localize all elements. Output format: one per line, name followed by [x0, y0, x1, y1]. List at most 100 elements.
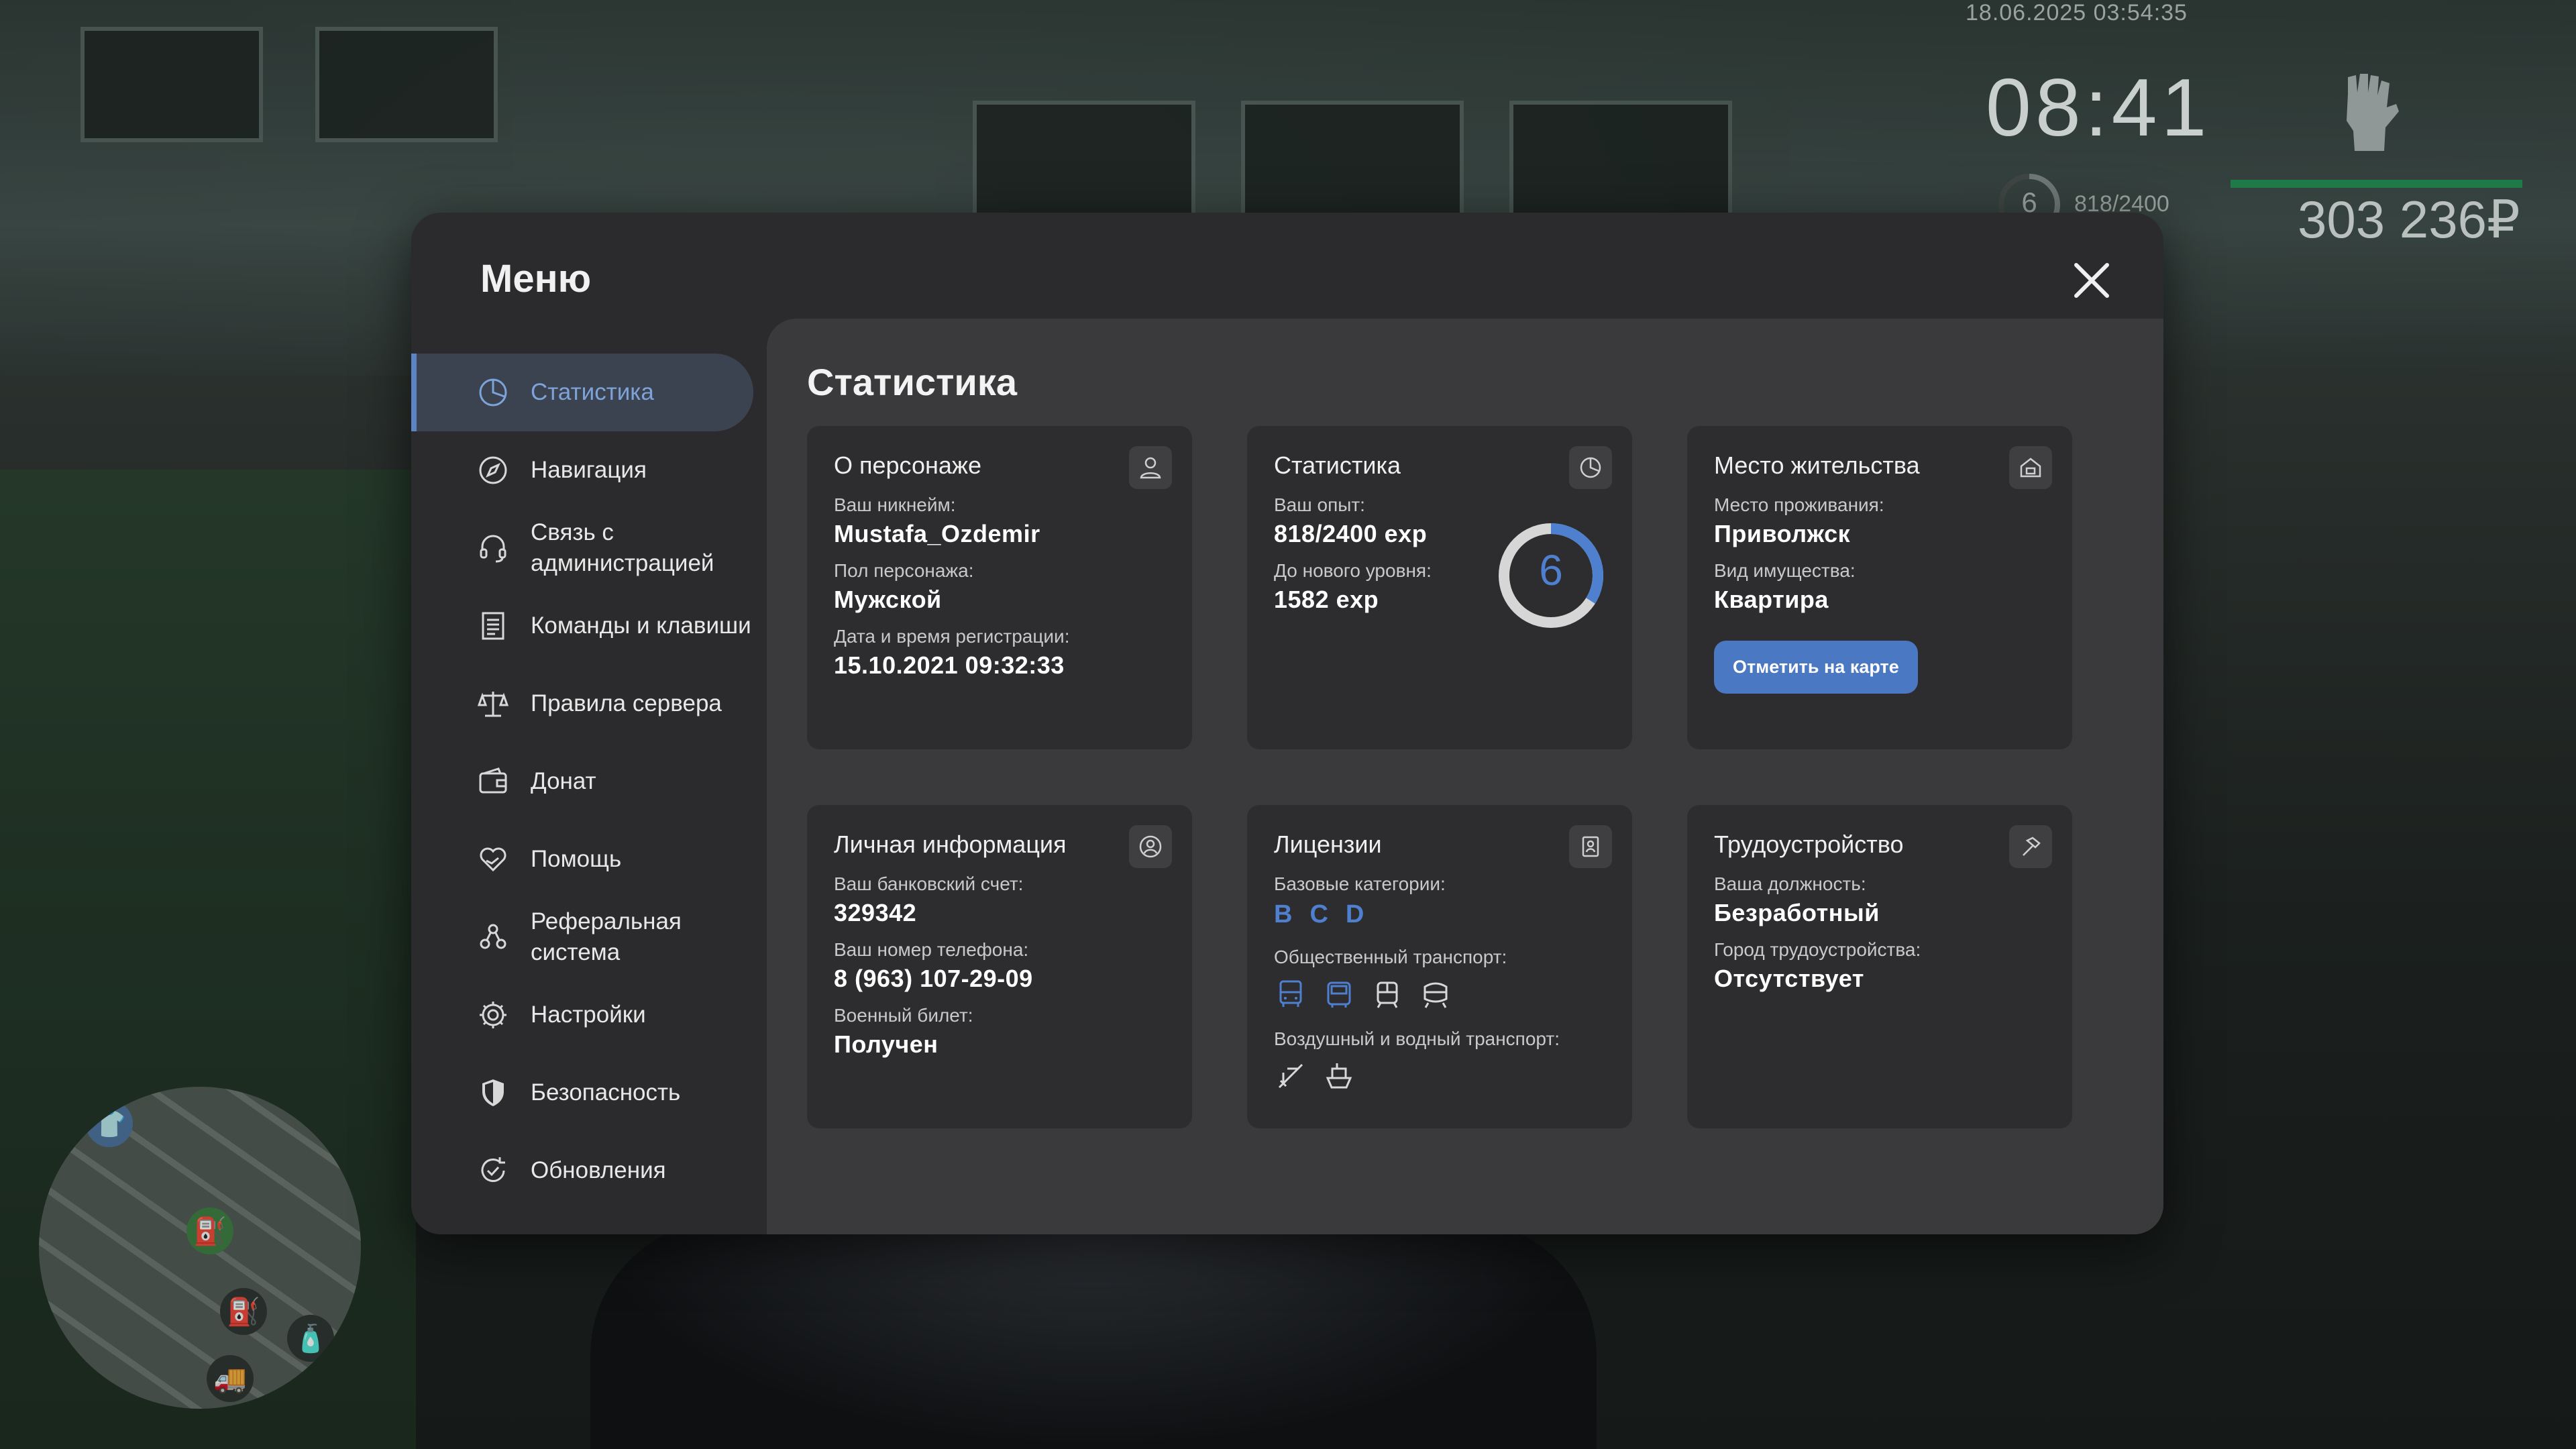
document-icon — [482, 612, 504, 640]
card-employment: Трудоустройство Ваша должность: Безработ… — [1687, 805, 2072, 1128]
job-position-label: Ваша должность: — [1714, 873, 1866, 894]
game-background-car — [590, 1221, 1597, 1449]
residence-place-value: Приволжск — [1714, 520, 1851, 547]
sidebar-item-label: Настройки — [531, 1002, 646, 1028]
card-icon-box — [1129, 446, 1172, 489]
license-category-d: D — [1345, 900, 1364, 928]
card-statistics: Статистика Ваш опыт: 818/2400 exp До нов… — [1247, 426, 1632, 749]
gender-label: Пол персонажа: — [834, 560, 974, 581]
sidebar-item-label: Статистика — [531, 379, 654, 405]
sidebar-item-donate[interactable]: Донат — [411, 743, 753, 820]
license-category-c: C — [1309, 900, 1328, 928]
building-window — [315, 27, 498, 142]
property-type-value: Квартира — [1714, 586, 1829, 613]
trolleybus-icon — [1327, 981, 1351, 1008]
hammer-icon — [2023, 837, 2041, 856]
card-personal-info: Личная информация Ваш банковский счет: 3… — [807, 805, 1192, 1128]
level-number: 6 — [1539, 546, 1563, 594]
ship-icon — [1326, 1063, 1352, 1089]
card-character: О персонаже Ваш никнейм: Mustafa_Ozdemir… — [807, 426, 1192, 749]
card-title: Личная информация — [834, 830, 1067, 858]
card-icon-box — [1129, 825, 1172, 868]
exp-label: Ваш опыт: — [1274, 494, 1365, 515]
sidebar-item-label: Донат — [531, 768, 596, 794]
sidebar-item-commands[interactable]: Команды и клавиши — [411, 587, 753, 665]
menu-title: Меню — [480, 257, 592, 301]
property-type-label: Вид имущества: — [1714, 560, 1856, 581]
refresh-check-icon — [481, 1157, 505, 1182]
metro-train-icon — [1424, 982, 1448, 1008]
airplane-icon — [1278, 1063, 1303, 1089]
wallet-icon — [479, 767, 507, 794]
building-window — [80, 27, 263, 142]
nickname-label: Ваш никнейм: — [834, 494, 956, 515]
user-circle-icon — [1139, 835, 1162, 858]
sidebar-item-rules[interactable]: Правила сервера — [411, 665, 753, 743]
sidebar-item-admin-contact[interactable]: Связь с администрацией — [411, 509, 753, 587]
people-icon — [480, 924, 506, 949]
job-position-value: Безработный — [1714, 899, 1880, 926]
sidebar-item-help[interactable]: Помощь — [411, 820, 753, 898]
card-title: Лицензии — [1274, 830, 1382, 858]
hud-health-bar — [2231, 180, 2522, 188]
fist-icon — [2347, 74, 2399, 151]
job-city-label: Город трудоустройства: — [1714, 939, 1921, 960]
card-icon-box — [1569, 446, 1612, 489]
registration-label: Дата и время регистрации: — [834, 626, 1070, 647]
hud-datetime: 18.06.2025 03:54:35 — [1966, 0, 2188, 25]
job-city-value: Отсутствует — [1714, 965, 1864, 992]
base-categories-label: Базовые категории: — [1274, 873, 1446, 894]
military-id-label: Военный билет: — [834, 1005, 973, 1026]
gender-value: Мужской — [834, 586, 942, 613]
residence-place-label: Место проживания: — [1714, 494, 1884, 515]
gear-icon — [480, 1002, 506, 1028]
card-icon-box — [2009, 825, 2052, 868]
gas-station-icon: ⛽ — [220, 1288, 267, 1335]
headset-icon — [480, 535, 506, 563]
scales-icon — [477, 692, 509, 717]
card-title: Трудоустройство — [1714, 830, 1904, 858]
content-title: Статистика — [807, 361, 1018, 403]
heart-hand-icon — [480, 847, 506, 872]
card-residence: Место жительства Место проживания: Приво… — [1687, 426, 2072, 749]
close-icon[interactable] — [2068, 257, 2115, 304]
sidebar-item-updates[interactable]: Обновления — [411, 1132, 753, 1210]
sidebar-item-settings[interactable]: Настройки — [411, 976, 753, 1054]
sidebar-item-navigation[interactable]: Навигация — [411, 431, 753, 509]
spray-icon: 🧴 — [287, 1315, 334, 1362]
tram-icon — [1377, 981, 1398, 1008]
sidebar-item-label: Помощь — [531, 846, 622, 872]
hud-clock: 08:41 — [1986, 62, 2211, 153]
card-icon-box — [2009, 446, 2052, 489]
sidebar: Статистика Навигация Связь с администрац… — [411, 354, 767, 1210]
public-transport-icons — [1274, 977, 1605, 1011]
house-icon — [2020, 458, 2041, 478]
public-transport-label: Общественный транспорт: — [1274, 947, 1507, 967]
card-title: О персонаже — [834, 451, 981, 479]
card-icon-box — [1569, 825, 1612, 868]
sidebar-item-label: Реферальная система — [531, 908, 682, 965]
sidebar-item-label: Команды и клавиши — [531, 612, 751, 639]
sidebar-item-security[interactable]: Безопасность — [411, 1054, 753, 1132]
id-badge-icon — [1582, 836, 1599, 857]
license-categories: B C D — [1274, 900, 1605, 929]
sidebar-item-referral[interactable]: Реферальная система — [411, 898, 753, 976]
shield-icon — [482, 1079, 504, 1106]
sidebar-item-label: Навигация — [531, 457, 647, 483]
content-panel: Статистика О персонаже Ваш никнейм: Must… — [767, 319, 2163, 1234]
registration-value: 15.10.2021 09:32:33 — [834, 651, 1065, 679]
sidebar-item-statistics[interactable]: Статистика — [411, 354, 753, 431]
card-licenses: Лицензии Базовые категории: B C D Общест… — [1247, 805, 1632, 1128]
minimap[interactable]: 👕 ⛽ ⛽ 🧴 🚚 — [39, 1087, 361, 1409]
menu-window: Меню Статистика Навигация Связь с админи… — [411, 213, 2163, 1234]
sidebar-item-label: Правила сервера — [531, 690, 722, 716]
pie-chart-icon — [479, 378, 507, 407]
nickname-value: Mustafa_Ozdemir — [834, 520, 1040, 547]
license-category-b: B — [1274, 900, 1293, 928]
bank-account-label: Ваш банковский счет: — [834, 873, 1024, 894]
phone-label: Ваш номер телефона: — [834, 939, 1029, 960]
mark-on-map-button[interactable]: Отметить на карте — [1714, 641, 1918, 694]
user-icon — [1140, 457, 1161, 479]
pie-chart-icon — [1580, 457, 1601, 478]
phone-value: 8 (963) 107-29-09 — [834, 965, 1033, 992]
